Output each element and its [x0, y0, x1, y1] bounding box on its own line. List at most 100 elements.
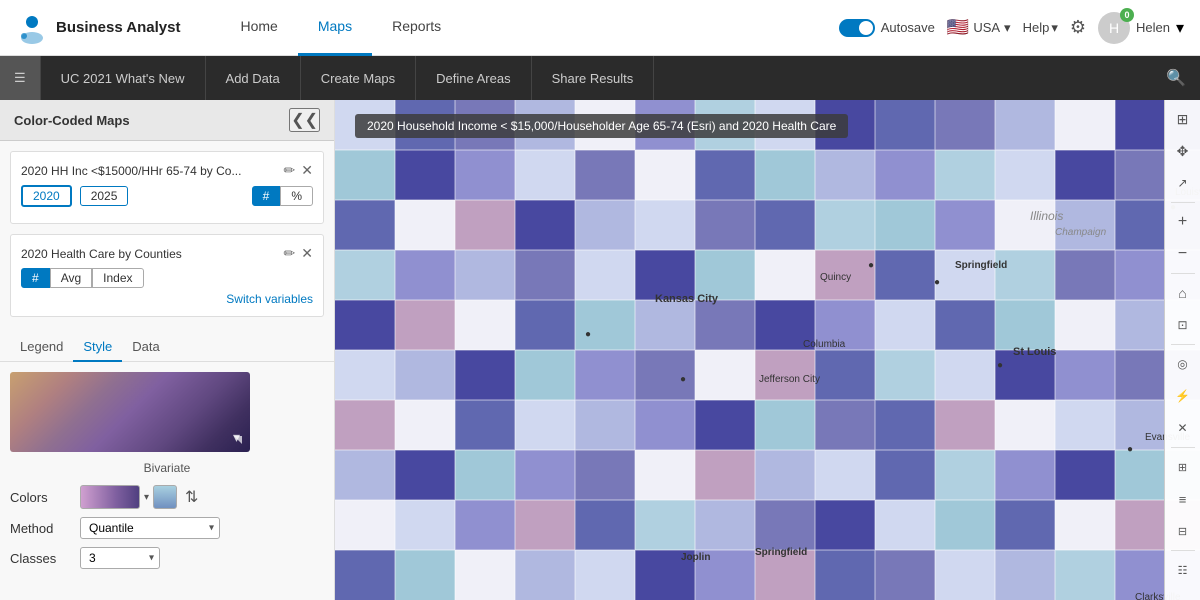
help-label: Help — [1023, 20, 1050, 35]
tab-data[interactable]: Data — [122, 335, 169, 362]
grid-button[interactable]: ⊞ — [1168, 104, 1198, 134]
main-nav: Home Maps Reports — [221, 0, 839, 56]
country-selector[interactable]: 🇺🇸 USA ▾ — [947, 17, 1011, 38]
svg-text:Springfield: Springfield — [755, 547, 807, 558]
layer2-title: 2020 Health Care by Counties — [21, 247, 284, 261]
user-chevron-icon: ▾ — [1176, 18, 1184, 38]
color-swatch-wrap: ▾ ⇅ — [80, 485, 198, 509]
svg-text:●: ● — [868, 260, 874, 271]
method-label: Method — [10, 521, 80, 536]
locate-button[interactable]: ◎ — [1168, 349, 1198, 379]
format-buttons-1: # % — [252, 186, 313, 206]
user-menu[interactable]: H 0 Helen ▾ — [1098, 12, 1184, 44]
switch-variables-link[interactable]: Switch variables — [21, 292, 313, 306]
svg-text:Kansas City: Kansas City — [655, 293, 719, 305]
autosave-switch[interactable] — [839, 19, 875, 37]
sec-nav-menu[interactable]: ☰ — [0, 56, 41, 100]
svg-text:●: ● — [585, 329, 591, 340]
list-button[interactable]: ≡ — [1168, 484, 1198, 514]
secondary-nav: ☰ UC 2021 What's New Add Data Create Map… — [0, 56, 1200, 100]
zoom-in-button[interactable]: + — [1168, 207, 1198, 237]
settings-button[interactable]: ⚙ — [1070, 17, 1086, 38]
style-panel: ▾ Bivariate Colors ▾ ⇅ Method Quantile — [0, 362, 334, 579]
layer2-avg-button[interactable]: Avg — [50, 268, 92, 288]
colors-label: Colors — [10, 490, 80, 505]
swatch-dropdown-icon[interactable]: ▾ — [144, 492, 149, 503]
layer2-header: 2020 Health Care by Counties ✏ ✕ — [21, 245, 313, 262]
tab-style[interactable]: Style — [73, 335, 122, 362]
toolbar-divider-3 — [1171, 344, 1195, 345]
avatar: H 0 — [1098, 12, 1130, 44]
zoom-out-button[interactable]: − — [1168, 239, 1198, 269]
color-swatch-secondary[interactable] — [153, 485, 177, 509]
method-select[interactable]: Quantile Natural Breaks Equal Interval — [80, 517, 220, 539]
layer2-edit-button[interactable]: ✏ — [284, 245, 296, 262]
pan-button[interactable]: ✥ — [1168, 136, 1198, 166]
method-row: Method Quantile Natural Breaks Equal Int… — [10, 517, 324, 539]
svg-text:●: ● — [934, 277, 940, 288]
bivariate-preview[interactable]: ▾ — [10, 372, 250, 452]
sec-nav-create-maps[interactable]: Create Maps — [301, 56, 416, 100]
legend-button[interactable]: ☷ — [1168, 555, 1198, 585]
autosave-toggle[interactable]: Autosave — [839, 19, 935, 37]
sidebar-header: Color-Coded Maps ❮❮ — [0, 100, 334, 141]
nav-maps[interactable]: Maps — [298, 0, 372, 56]
svg-text:Champaign: Champaign — [1055, 227, 1107, 238]
flag-icon: 🇺🇸 — [947, 17, 969, 38]
layer2-hash-button[interactable]: # — [21, 268, 50, 288]
tab-legend[interactable]: Legend — [10, 335, 73, 362]
business-analyst-icon — [16, 12, 48, 44]
swap-colors-button[interactable]: ⇅ — [185, 487, 198, 507]
table-button[interactable]: ⊟ — [1168, 516, 1198, 546]
home-button[interactable]: ⌂ — [1168, 278, 1198, 308]
sec-nav-share-results[interactable]: Share Results — [532, 56, 655, 100]
top-nav: Business Analyst Home Maps Reports Autos… — [0, 0, 1200, 56]
colors-row: Colors ▾ ⇅ — [10, 485, 324, 509]
svg-text:Quincy: Quincy — [820, 272, 851, 283]
layer2-index-button[interactable]: Index — [92, 268, 143, 288]
collapse-button[interactable]: ❮❮ — [289, 108, 320, 132]
nav-reports[interactable]: Reports — [372, 0, 461, 56]
classes-label: Classes — [10, 551, 80, 566]
main-content: Color-Coded Maps ❮❮ 2020 HH Inc <$15000/… — [0, 100, 1200, 600]
layers-button[interactable]: ⊞ — [1168, 452, 1198, 482]
svg-text:Springfield: Springfield — [955, 260, 1007, 271]
year-2020-button[interactable]: 2020 — [21, 185, 72, 207]
bivariate-selector[interactable]: ▾ — [10, 372, 250, 456]
search-button[interactable]: 🔍 — [1152, 68, 1200, 88]
layer1-close-button[interactable]: ✕ — [301, 162, 313, 179]
toolbar-divider-2 — [1171, 273, 1195, 274]
select-button[interactable]: ↗ — [1168, 168, 1198, 198]
layer-card-1: 2020 HH Inc <$15000/HHr 65-74 by Co... ✏… — [10, 151, 324, 224]
classes-row: Classes 2 3 4 5 ▾ — [10, 547, 324, 569]
layer1-edit-button[interactable]: ✏ — [284, 162, 296, 179]
layer2-actions: ✏ ✕ — [284, 245, 313, 262]
svg-text:●: ● — [997, 360, 1003, 371]
classes-select[interactable]: 2 3 4 5 — [80, 547, 160, 569]
country-chevron-icon: ▾ — [1004, 20, 1011, 36]
sidebar: Color-Coded Maps ❮❮ 2020 HH Inc <$15000/… — [0, 100, 335, 600]
toggle-knob — [859, 21, 873, 35]
map-area[interactable]: 2020 Household Income < $15,000/Househol… — [335, 100, 1200, 600]
annotation-button[interactable]: ✕ — [1168, 413, 1198, 443]
layer2-close-button[interactable]: ✕ — [301, 245, 313, 262]
format-hash-button[interactable]: # — [252, 186, 281, 206]
svg-text:●: ● — [680, 374, 686, 385]
color-swatch-primary[interactable] — [80, 485, 140, 509]
help-button[interactable]: Help ▾ — [1023, 20, 1058, 36]
sec-nav-define-areas[interactable]: Define Areas — [416, 56, 531, 100]
sec-nav-uc2021[interactable]: UC 2021 What's New — [41, 56, 206, 100]
user-badge: 0 — [1120, 8, 1134, 22]
user-name: Helen — [1136, 20, 1170, 35]
measure-button[interactable]: ⚡ — [1168, 381, 1198, 411]
format-percent-button[interactable]: % — [280, 186, 313, 206]
country-label: USA — [973, 20, 1000, 35]
autosave-label: Autosave — [881, 20, 935, 35]
toolbar-divider-5 — [1171, 550, 1195, 551]
nav-home[interactable]: Home — [221, 0, 298, 56]
svg-text:Joplin: Joplin — [681, 552, 710, 563]
layer2-format-buttons: # Avg Index — [21, 268, 313, 288]
year-2025-button[interactable]: 2025 — [80, 186, 129, 206]
sec-nav-add-data[interactable]: Add Data — [206, 56, 301, 100]
extent-button[interactable]: ⊡ — [1168, 310, 1198, 340]
